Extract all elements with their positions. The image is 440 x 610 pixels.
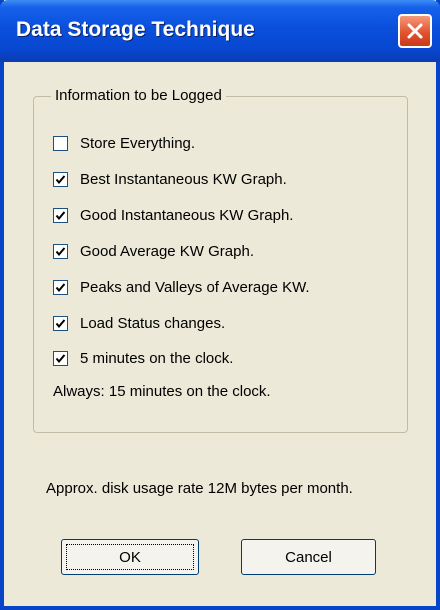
checkbox[interactable] <box>53 350 68 366</box>
checkmark-icon <box>55 353 66 363</box>
group-label: Information to be Logged <box>51 87 226 104</box>
focus-rect <box>66 544 194 570</box>
checkmark-icon <box>55 174 66 184</box>
checkbox[interactable] <box>53 207 68 223</box>
checkmark-icon <box>55 318 66 328</box>
option-good-average-kw[interactable]: Good Average KW Graph. <box>53 240 254 262</box>
option-best-instantaneous-kw[interactable]: Best Instantaneous KW Graph. <box>53 168 287 190</box>
dialog-window: Data Storage Technique Information to be… <box>0 0 440 610</box>
title-bar[interactable]: Data Storage Technique <box>0 0 440 62</box>
option-5-minutes[interactable]: 5 minutes on the clock. <box>53 347 233 369</box>
checkmark-icon <box>55 282 66 292</box>
checkbox[interactable] <box>53 279 68 295</box>
checkbox[interactable] <box>53 243 68 259</box>
ok-button[interactable]: OK <box>61 539 199 575</box>
checkbox[interactable] <box>53 171 68 187</box>
logging-options-group: Information to be Logged Store Everythin… <box>33 87 408 433</box>
close-icon <box>407 23 423 39</box>
cancel-button[interactable]: Cancel <box>241 539 376 575</box>
window-title: Data Storage Technique <box>16 18 255 41</box>
option-label: Store Everything. <box>80 134 196 152</box>
checkbox[interactable] <box>53 315 68 331</box>
option-label: Good Average KW Graph. <box>80 242 254 260</box>
option-label: Peaks and Valleys of Average KW. <box>80 278 310 296</box>
dialog-body: Information to be Logged Store Everythin… <box>4 62 436 606</box>
option-label: 5 minutes on the clock. <box>80 349 234 367</box>
checkmark-icon <box>55 210 66 220</box>
option-label: Load Status changes. <box>80 314 226 332</box>
option-label: Good Instantaneous KW Graph. <box>80 206 294 224</box>
option-store-everything[interactable]: Store Everything. <box>53 132 195 154</box>
option-label: Best Instantaneous KW Graph. <box>80 170 287 188</box>
checkbox[interactable] <box>53 135 68 151</box>
always-note: Always: 15 minutes on the clock. <box>53 383 271 400</box>
option-good-instantaneous-kw[interactable]: Good Instantaneous KW Graph. <box>53 204 293 226</box>
close-button[interactable] <box>398 14 432 48</box>
disk-usage-text: Approx. disk usage rate 12M bytes per mo… <box>46 480 353 497</box>
option-load-status[interactable]: Load Status changes. <box>53 312 225 334</box>
option-peaks-valleys[interactable]: Peaks and Valleys of Average KW. <box>53 276 310 298</box>
checkmark-icon <box>55 246 66 256</box>
cancel-button-label: Cancel <box>285 548 332 566</box>
